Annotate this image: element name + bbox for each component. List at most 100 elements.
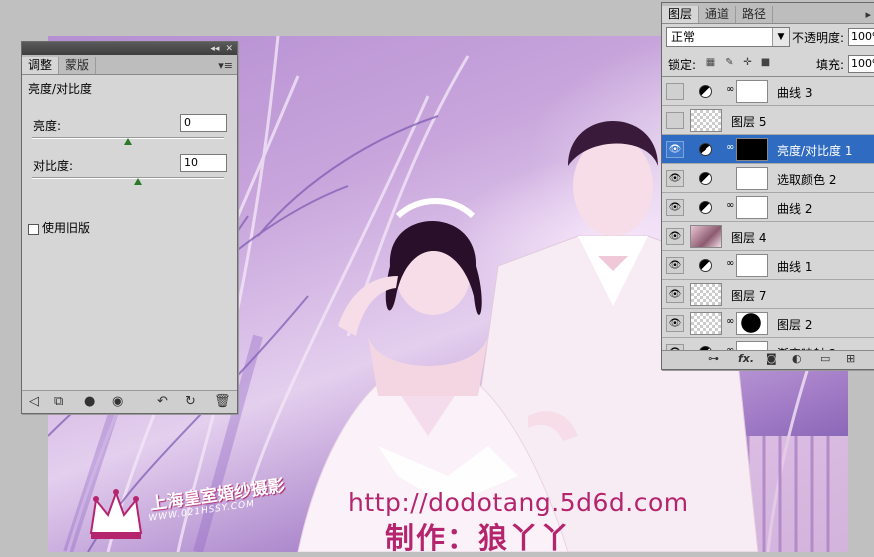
folder-icon[interactable]: ▭ xyxy=(820,352,830,365)
layer-mask-thumbnail[interactable] xyxy=(736,138,768,161)
adjustment-icon[interactable]: ◐ xyxy=(792,352,802,365)
contrast-label: 对比度: xyxy=(33,159,74,173)
close-icon[interactable]: ✕ xyxy=(225,44,233,54)
layer-mask-thumbnail[interactable] xyxy=(736,196,768,219)
use-legacy-checkbox[interactable] xyxy=(28,224,39,235)
layers-panel: 图层 通道 路径 ▸ 正常 ▼ 不透明度: 100% 锁定: ▦ ✎ ✛ ■ 填… xyxy=(661,2,874,370)
eye-icon[interactable]: 👁 xyxy=(666,199,684,216)
tab-paths[interactable]: 路径 xyxy=(736,6,774,23)
layer-mask-thumbnail[interactable] xyxy=(736,312,768,335)
panel-menu-icon[interactable]: ▸ xyxy=(865,6,874,23)
layer-name[interactable]: 图层 4 xyxy=(731,229,766,246)
studio-crown-logo xyxy=(89,489,143,539)
layer-thumbnail[interactable] xyxy=(690,225,722,248)
back-arrow-icon[interactable]: ◁ xyxy=(29,394,39,409)
layer-row[interactable]: 👁 ∞ 曲线 2 xyxy=(662,193,874,222)
layer-mask-thumbnail[interactable] xyxy=(736,254,768,277)
lock-pixels-icon[interactable]: ✎ xyxy=(724,57,735,68)
fill-field[interactable]: 100% xyxy=(848,55,874,73)
layer-row[interactable]: 👁 ∞ 曲线 1 xyxy=(662,251,874,280)
eye-icon[interactable]: 👁 xyxy=(666,286,684,303)
adjustments-panel: ◂◂ ✕ 调整 蒙版 ▾≡ 亮度/对比度 亮度: 0 对比度: 10 使用旧版 … xyxy=(21,41,238,414)
chain-link-icon[interactable]: ∞ xyxy=(726,84,734,95)
eye-icon[interactable]: 👁 xyxy=(666,170,684,187)
adjustment-layer-icon xyxy=(699,259,712,272)
opacity-field[interactable]: 100% xyxy=(848,28,874,46)
link-icon[interactable]: ⊶ xyxy=(708,352,719,365)
tab-layers[interactable]: 图层 xyxy=(662,6,700,23)
clip-layer-icon[interactable]: ● xyxy=(84,394,95,409)
adjustment-layer-icon xyxy=(699,85,712,98)
brightness-input[interactable]: 0 xyxy=(180,114,227,132)
chain-link-icon[interactable]: ∞ xyxy=(726,200,734,211)
hidden-eye-slot[interactable] xyxy=(666,112,684,129)
layer-list: ∞ 曲线 3 图层 5 👁 ∞ 亮度/对比度 1 👁 选取颜色 2 👁 ∞ 曲线 2 👁 图层 4 👁 ∞ 曲… xyxy=(662,76,874,351)
layer-row[interactable]: 👁 图层 7 xyxy=(662,280,874,309)
tab-channels[interactable]: 通道 xyxy=(699,6,737,23)
brightness-label: 亮度: xyxy=(33,119,62,133)
lock-position-icon[interactable]: ✛ xyxy=(742,57,753,68)
chain-link-icon[interactable]: ∞ xyxy=(726,316,734,327)
chevron-down-icon: ▼ xyxy=(772,28,789,46)
eye-icon[interactable]: 👁 xyxy=(666,257,684,274)
blend-mode-value: 正常 xyxy=(671,30,696,44)
reset-icon[interactable]: ↻ xyxy=(185,394,196,409)
layer-name[interactable]: 图层 7 xyxy=(731,287,766,304)
adjustment-layer-icon xyxy=(699,143,712,156)
tab-adjustments[interactable]: 调整 xyxy=(22,57,60,74)
adjustments-tabs: 调整 蒙版 ▾≡ xyxy=(22,55,237,75)
tab-masks[interactable]: 蒙版 xyxy=(59,57,97,74)
previous-state-icon[interactable]: ↶ xyxy=(157,394,168,409)
mask-icon[interactable]: ◙ xyxy=(766,352,777,365)
fill-label: 填充: xyxy=(816,58,845,72)
eye-icon[interactable]: 👁 xyxy=(666,141,684,158)
layer-name[interactable]: 曲线 2 xyxy=(777,200,812,217)
layer-thumbnail[interactable] xyxy=(690,109,722,132)
contrast-slider-track[interactable] xyxy=(32,177,224,179)
lock-transparency-icon[interactable]: ▦ xyxy=(705,57,716,68)
eye-icon[interactable]: 👁 xyxy=(666,315,684,332)
url-watermark: http://dodotang.5d6d.com xyxy=(348,488,689,517)
layer-name[interactable]: 图层 5 xyxy=(731,113,766,130)
opacity-label: 不透明度: xyxy=(792,31,845,45)
layer-name[interactable]: 选取颜色 2 xyxy=(777,171,836,188)
new-layer-icon[interactable]: ⊞ xyxy=(846,352,855,365)
layers-tabs: 图层 通道 路径 ▸ xyxy=(662,3,874,24)
lock-label: 锁定: xyxy=(668,58,697,72)
layer-row[interactable]: 👁 ∞ 图层 2 xyxy=(662,309,874,338)
adjustments-titlebar[interactable]: ◂◂ ✕ xyxy=(22,42,237,55)
fx-icon[interactable]: fx. xyxy=(738,352,754,365)
panel-menu-icon[interactable]: ▾≡ xyxy=(218,57,237,74)
layer-name[interactable]: 曲线 3 xyxy=(777,84,812,101)
layer-row[interactable]: 👁 图层 4 xyxy=(662,222,874,251)
adjustment-layer-icon xyxy=(699,201,712,214)
visibility-eye-icon[interactable]: ◉ xyxy=(112,394,123,409)
layer-name[interactable]: 曲线 1 xyxy=(777,258,812,275)
layer-thumbnail[interactable] xyxy=(690,312,722,335)
brightness-slider-thumb[interactable] xyxy=(124,138,132,145)
layer-mask-thumbnail[interactable] xyxy=(736,167,768,190)
layer-name[interactable]: 图层 2 xyxy=(777,316,812,333)
collapse-icon[interactable]: ◂◂ xyxy=(210,44,219,54)
layer-thumbnail[interactable] xyxy=(690,283,722,306)
chain-link-icon[interactable]: ∞ xyxy=(726,142,734,153)
hidden-eye-slot[interactable] xyxy=(666,83,684,100)
layers-footer: ⊶ fx. ◙ ◐ ▭ ⊞ xyxy=(662,350,874,369)
chain-link-icon[interactable]: ∞ xyxy=(726,258,734,269)
layer-row[interactable]: 👁 选取颜色 2 xyxy=(662,164,874,193)
contrast-input[interactable]: 10 xyxy=(180,154,227,172)
trash-icon[interactable]: 🗑 xyxy=(214,394,231,409)
blend-mode-select[interactable]: 正常 ▼ xyxy=(666,27,790,47)
adjustment-title: 亮度/对比度 xyxy=(28,82,93,96)
layer-row[interactable]: ∞ 曲线 3 xyxy=(662,77,874,106)
layer-name[interactable]: 亮度/对比度 1 xyxy=(777,142,853,159)
adjustment-layer-icon xyxy=(699,172,712,185)
use-legacy-label: 使用旧版 xyxy=(42,221,91,235)
expand-view-icon[interactable]: ⧉ xyxy=(54,394,63,409)
layer-mask-thumbnail[interactable] xyxy=(736,80,768,103)
layer-row[interactable]: 👁 ∞ 亮度/对比度 1 xyxy=(662,135,874,164)
contrast-slider-thumb[interactable] xyxy=(133,178,142,185)
eye-icon[interactable]: 👁 xyxy=(666,228,684,245)
lock-all-icon[interactable]: ■ xyxy=(760,57,771,68)
layer-row[interactable]: 图层 5 xyxy=(662,106,874,135)
